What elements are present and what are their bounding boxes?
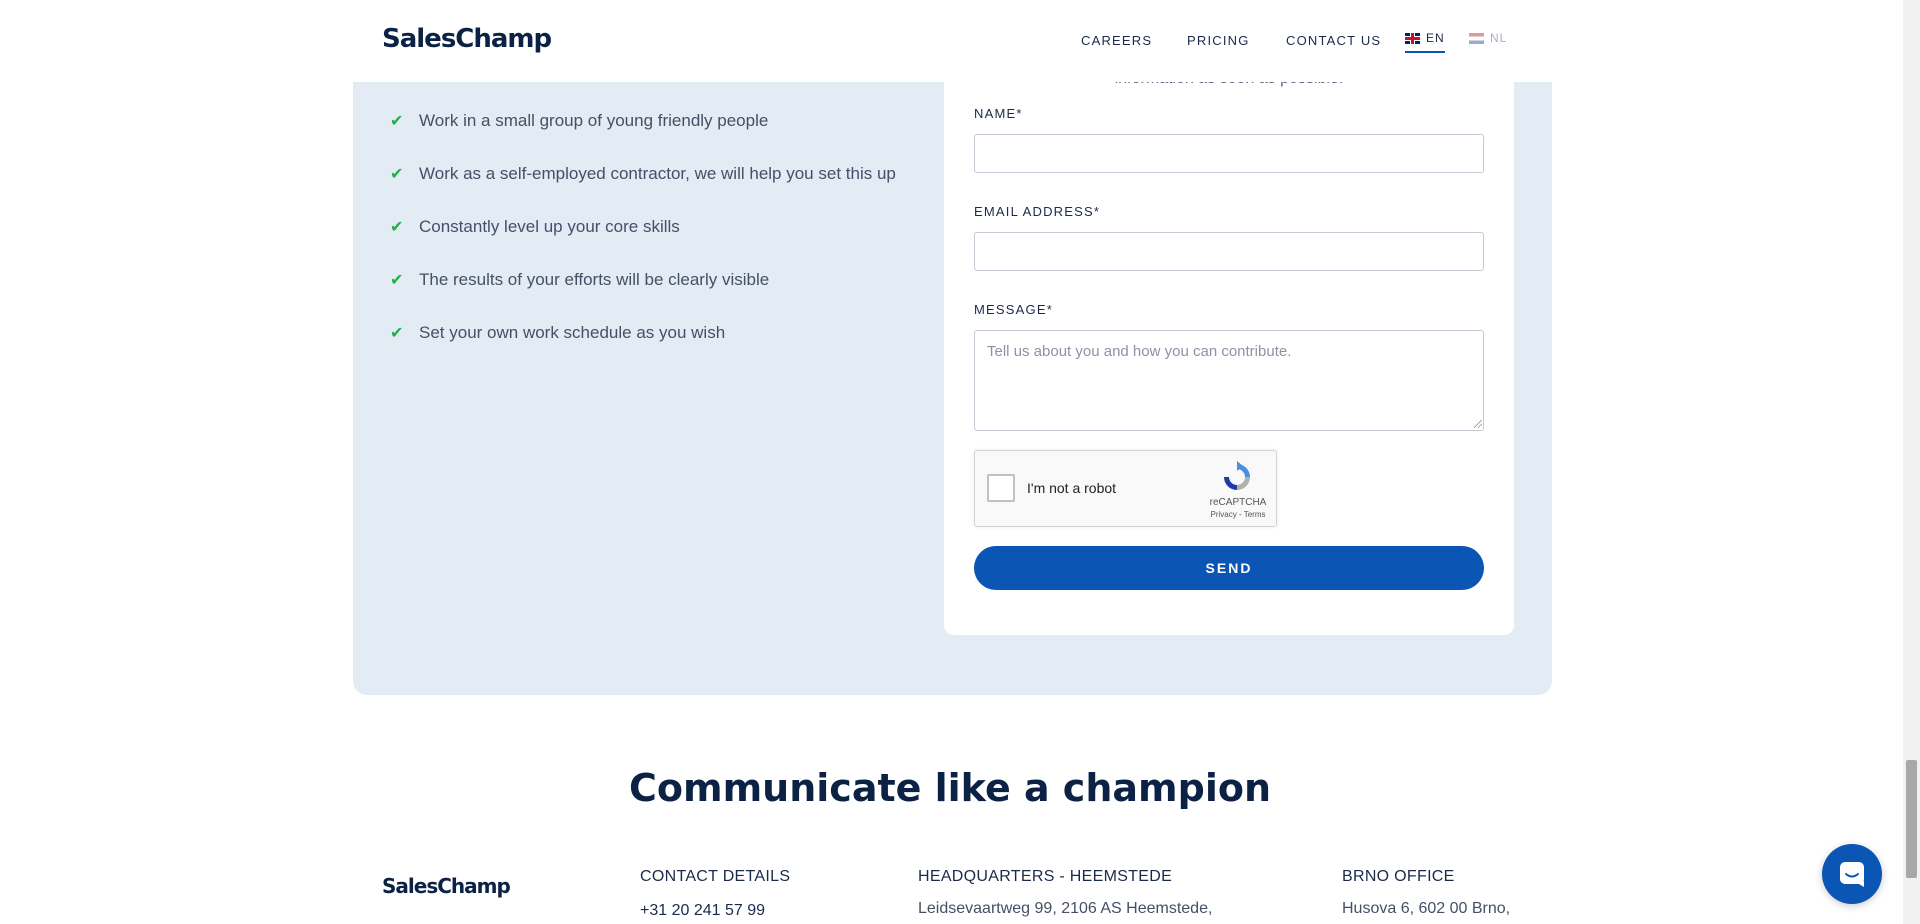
name-label: NAME*: [974, 106, 1023, 121]
checkmark-icon: ✔: [390, 324, 404, 342]
benefit-text: Work in a small group of young friendly …: [419, 110, 769, 130]
headquarters-heading: HEADQUARTERS - HEEMSTEDE: [918, 868, 1173, 885]
benefit-text: Work as a self-employed contractor, we w…: [419, 163, 896, 183]
recaptcha-privacy-terms-link[interactable]: Privacy - Terms: [1205, 510, 1271, 519]
saleschamp-logo[interactable]: SalesChamp: [382, 24, 552, 54]
chat-icon: [1840, 862, 1864, 887]
email-label: EMAIL ADDRESS*: [974, 204, 1101, 219]
benefit-item: ✔ Work in a small group of young friendly…: [390, 94, 896, 147]
nav-pricing-link[interactable]: PRICING: [1187, 33, 1250, 48]
benefit-text: The results of your efforts will be clea…: [419, 269, 770, 289]
recaptcha-label: I'm not a robot: [1027, 480, 1117, 496]
language-nl-link[interactable]: NL: [1469, 31, 1507, 45]
checkmark-icon: ✔: [390, 112, 404, 130]
brno-office-address: Husova 6, 602 00 Brno,: [1342, 900, 1511, 917]
checkmark-icon: ✔: [390, 218, 404, 236]
chat-launcher-button[interactable]: [1822, 844, 1882, 904]
footer-tagline: Communicate like a champion: [628, 766, 1272, 810]
page-scrollbar[interactable]: [1903, 0, 1920, 924]
message-label: MESSAGE*: [974, 302, 1053, 317]
language-en-label: EN: [1426, 31, 1445, 45]
nav-careers-link[interactable]: CAREERS: [1081, 33, 1152, 48]
benefit-item: ✔ Set your own work schedule as you wish: [390, 306, 896, 359]
recaptcha-checkbox[interactable]: [987, 474, 1015, 502]
send-button[interactable]: SEND: [974, 546, 1484, 590]
scrollbar-thumb[interactable]: [1906, 760, 1917, 878]
nav-contact-us-link[interactable]: CONTACT US: [1286, 33, 1381, 48]
name-field[interactable]: [974, 134, 1484, 173]
benefit-text: Set your own work schedule as you wish: [419, 322, 726, 342]
checkmark-icon: ✔: [390, 271, 404, 289]
message-field[interactable]: [974, 330, 1484, 431]
footer-logo[interactable]: SalesChamp: [382, 874, 511, 898]
headquarters-address: Leidsevaartweg 99, 2106 AS Heemstede,: [918, 900, 1213, 917]
benefit-item: ✔ The results of your efforts will be cle…: [390, 253, 896, 306]
contact-phone-link[interactable]: +31 20 241 57 99: [640, 902, 765, 920]
nl-flag-icon: [1469, 32, 1484, 44]
benefit-item: ✔ Constantly level up your core skills: [390, 200, 896, 253]
recaptcha-icon: [1224, 461, 1250, 490]
language-nl-label: NL: [1490, 31, 1508, 45]
language-en-link[interactable]: EN: [1405, 31, 1445, 53]
benefit-item: ✔ Work as a self-employed contractor, we …: [390, 147, 896, 200]
brno-office-heading: BRNO OFFICE: [1342, 868, 1455, 885]
benefit-text: Constantly level up your core skills: [419, 216, 680, 236]
email-field[interactable]: [974, 232, 1484, 271]
site-header: SalesChamp CAREERS PRICING CONTACT US EN…: [0, 0, 1900, 82]
recaptcha-brand: reCAPTCHA: [1209, 497, 1267, 508]
checkmark-icon: ✔: [390, 165, 404, 183]
textarea-resize-handle[interactable]: [1474, 420, 1482, 428]
uk-flag-icon: [1405, 32, 1420, 44]
benefits-list: ✔ Work in a small group of young friendly…: [390, 94, 896, 359]
contact-details-heading: CONTACT DETAILS: [640, 868, 791, 885]
recaptcha-widget: I'm not a robot reCAPTCHA Privacy - Term…: [974, 450, 1277, 527]
